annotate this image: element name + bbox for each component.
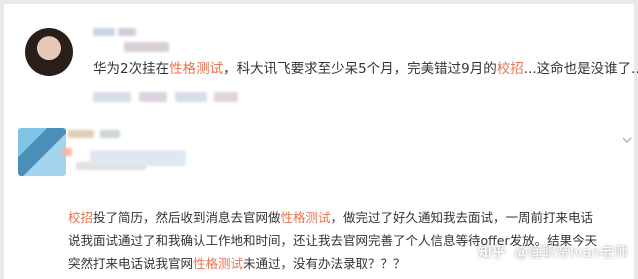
blurred-meta — [90, 150, 186, 166]
watermark: 知乎 @懂职帝Ivan老师 — [478, 242, 628, 262]
blurred-meta — [214, 92, 238, 102]
highlight-keyword[interactable]: 校招 — [68, 210, 93, 225]
text-segment: ，做完过了好久通知我去面试，一周前打来电话 — [330, 210, 594, 225]
highlight-keyword[interactable]: 性格测试 — [281, 210, 331, 225]
blurred-meta — [93, 92, 131, 102]
blurred-meta — [175, 92, 207, 102]
blurred-username — [93, 28, 115, 36]
comment-text: 华为2次挂在性格测试，科大讯飞要求至少呆5个月，完美错过9月的校招...这命也是… — [93, 60, 638, 78]
blurred-meta — [139, 92, 167, 102]
comment-line: 校招投了简历，然后收到消息去官网做性格测试，做完过了好久通知我去面试，一周前打来… — [68, 206, 628, 229]
text-segment: 突然打来电话说我官网 — [68, 256, 194, 271]
text-segment: 未通过，没有办法录取？？？ — [243, 256, 406, 271]
blurred-meta — [62, 148, 72, 156]
blurred-username — [68, 130, 94, 138]
highlight-keyword[interactable]: 校招 — [497, 61, 524, 77]
avatar[interactable] — [25, 28, 73, 76]
comment-text: 校招投了简历，然后收到消息去官网做性格测试，做完过了好久通知我去面试，一周前打来… — [68, 206, 628, 275]
blurred-meta — [124, 42, 169, 52]
watermark-author: @懂职帝Ivan老师 — [514, 245, 628, 261]
text-segment: 投了简历，然后收到消息去官网做 — [93, 210, 281, 225]
highlight-keyword[interactable]: 性格测试 — [193, 256, 243, 271]
zhihu-logo: 知乎 — [477, 245, 506, 261]
comment-card-1: 华为2次挂在性格测试，科大讯飞要求至少呆5个月，完美错过9月的校招...这命也是… — [4, 4, 638, 122]
text-segment: ...这命也是没谁了... — [523, 61, 638, 77]
avatar[interactable] — [18, 128, 66, 176]
blurred-username — [100, 130, 120, 138]
blurred-username — [118, 28, 136, 36]
chevron-down-icon[interactable] — [621, 134, 633, 146]
highlight-keyword[interactable]: 性格测试 — [169, 61, 223, 77]
text-segment: 华为2次挂在 — [93, 61, 170, 77]
text-segment: ，科大讯飞要求至少呆5个月，完美错过9月的 — [223, 61, 497, 77]
